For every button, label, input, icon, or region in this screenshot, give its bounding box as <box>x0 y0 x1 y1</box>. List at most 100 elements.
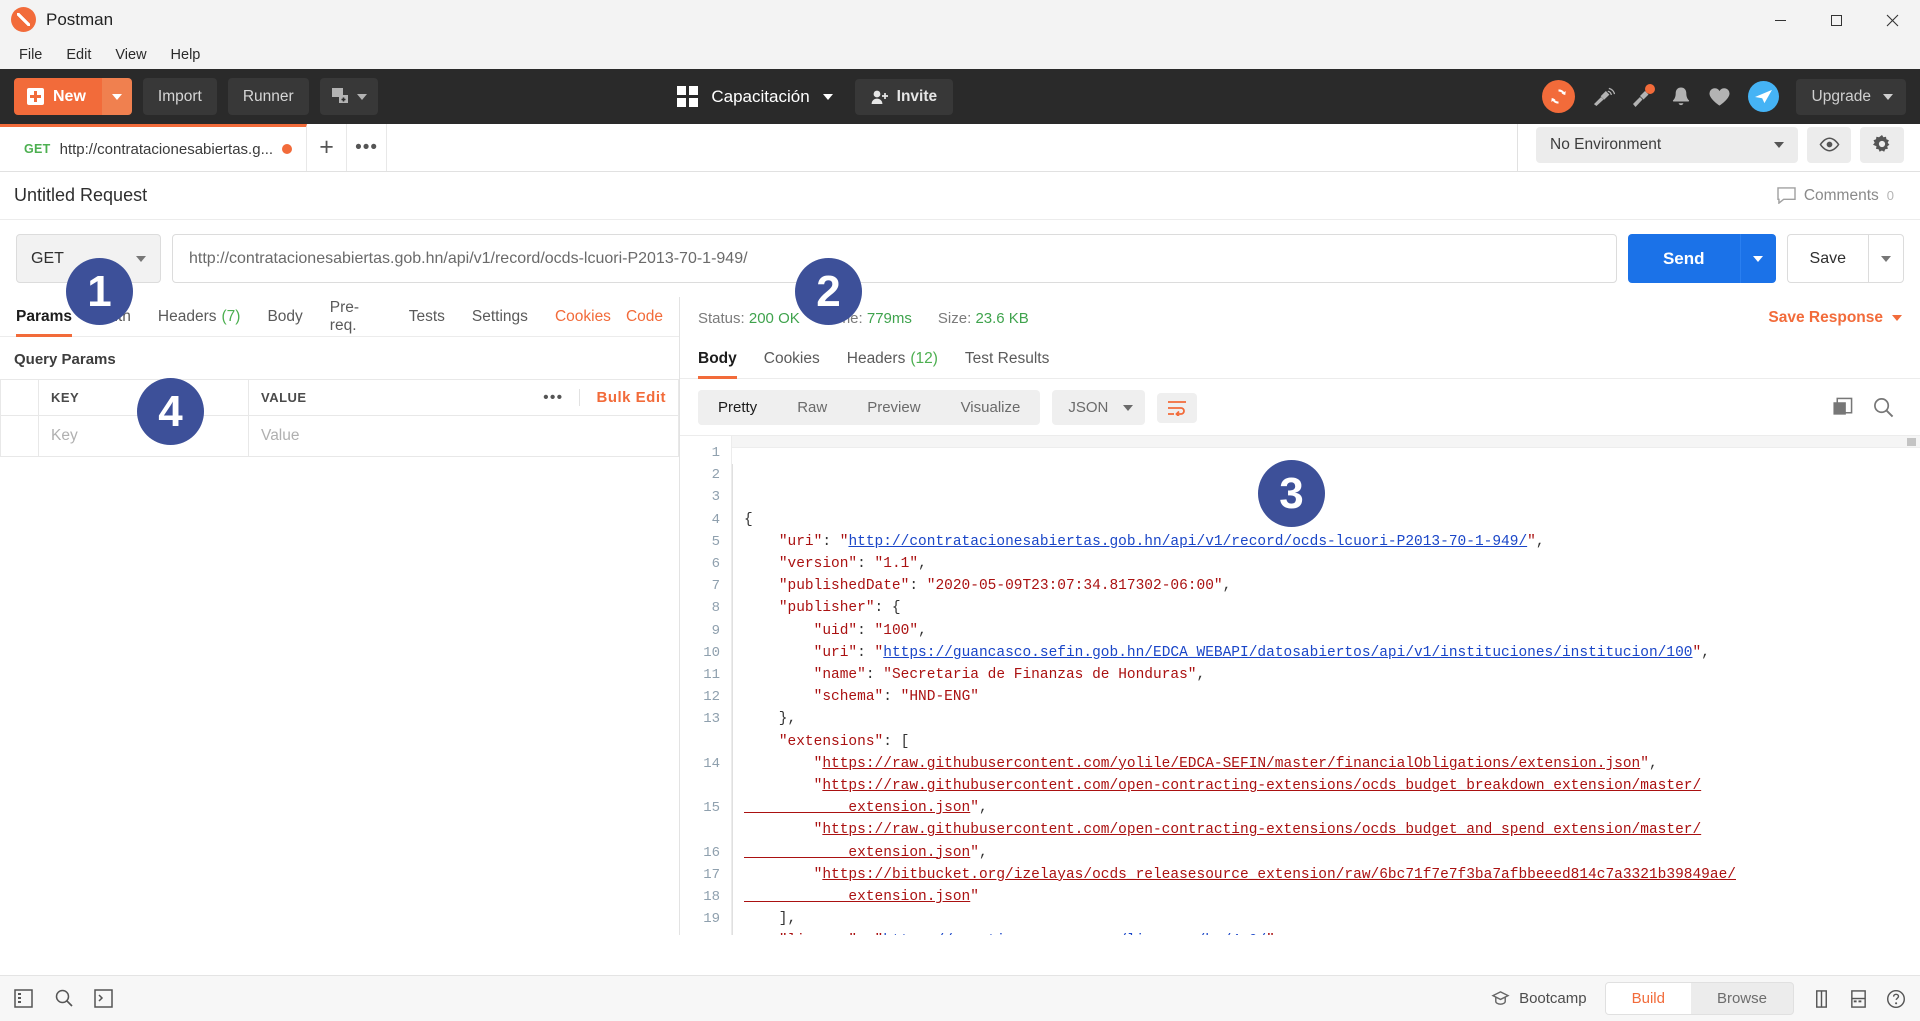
layout-rows-icon[interactable] <box>1849 989 1868 1009</box>
tab-settings[interactable]: Settings <box>472 297 528 337</box>
send-button-group: Send <box>1627 234 1776 283</box>
sidebar-toggle-icon[interactable] <box>14 988 34 1009</box>
send-button[interactable]: Send <box>1627 234 1740 283</box>
menu-help[interactable]: Help <box>160 43 212 67</box>
settings-button[interactable] <box>1860 126 1904 163</box>
tab-params[interactable]: Params <box>16 297 73 337</box>
tab-tests[interactable]: Tests <box>409 297 445 337</box>
row-checkbox-cell[interactable] <box>0 415 39 457</box>
search-icon[interactable] <box>1873 397 1894 418</box>
code-link[interactable]: https://guancasco.sefin.gob.hn/EDCA_WEBA… <box>883 645 1692 661</box>
satellite-icon[interactable] <box>1592 86 1615 107</box>
response-body-code[interactable]: { "uri": "http://contratacionesabiertas.… <box>732 436 1920 935</box>
menu-file[interactable]: File <box>8 43 53 67</box>
environment-quick-look-button[interactable] <box>1807 126 1851 163</box>
request-tab-active[interactable]: GET http://contratacionesabiertas.g... <box>0 124 308 171</box>
annotation-badge-4: 4 <box>137 378 204 445</box>
code-line: { <box>744 509 1920 531</box>
layout-columns-icon[interactable] <box>1812 989 1831 1009</box>
import-button[interactable]: Import <box>142 78 217 115</box>
code-token: , <box>1222 578 1232 595</box>
line-number: 10 <box>703 644 720 661</box>
find-icon[interactable] <box>54 988 74 1009</box>
save-response-button[interactable]: Save Response <box>1768 309 1902 327</box>
window-controls <box>1752 0 1920 39</box>
minimize-button[interactable] <box>1752 0 1808 40</box>
runner-button[interactable]: Runner <box>227 78 309 115</box>
response-tab-body[interactable]: Body <box>698 339 737 379</box>
close-button[interactable] <box>1864 0 1920 40</box>
save-options-button[interactable] <box>1868 234 1904 283</box>
code-link[interactable]: https://creativecommons.org/licenses/by/… <box>883 933 1266 935</box>
notifications-icon[interactable] <box>1632 84 1655 107</box>
value-input[interactable]: Value <box>248 415 679 457</box>
workspace-selector[interactable]: Capacitación <box>677 86 833 107</box>
bootcamp-button[interactable]: Bootcamp <box>1491 990 1587 1007</box>
url-input[interactable]: http://contratacionesabiertas.gob.hn/api… <box>172 234 1617 283</box>
code-token: " <box>874 644 884 661</box>
response-tab-headers[interactable]: Headers (12) <box>847 339 938 379</box>
upgrade-button[interactable]: Upgrade <box>1795 78 1906 115</box>
add-tab-button[interactable]: + <box>307 124 348 171</box>
maximize-button[interactable] <box>1808 0 1864 40</box>
save-button[interactable]: Save <box>1786 234 1868 283</box>
new-button-main[interactable]: New <box>14 78 102 115</box>
invite-button[interactable]: Invite <box>854 78 954 115</box>
sync-icon[interactable] <box>1541 80 1575 113</box>
select-all-checkbox-cell[interactable] <box>0 379 39 416</box>
avatar[interactable] <box>1747 81 1779 112</box>
view-mode-pretty[interactable]: Pretty <box>698 390 778 425</box>
browse-tab[interactable]: Browse <box>1691 983 1793 1014</box>
line-number-continuation <box>680 731 731 753</box>
code-link[interactable]: https://raw.githubusercontent.com/yolile… <box>822 756 1640 772</box>
cookies-link[interactable]: Cookies <box>555 297 611 337</box>
size-label: Size: <box>937 309 972 327</box>
code-link[interactable]: https://bitbucket.org/izelayas/ocds_rele… <box>744 867 1736 905</box>
menu-view[interactable]: View <box>104 43 157 67</box>
new-window-button[interactable] <box>319 78 378 115</box>
copy-icon[interactable] <box>1832 397 1853 418</box>
word-wrap-icon[interactable] <box>1157 392 1198 423</box>
line-number: 15 <box>703 800 720 817</box>
response-tab-cookies[interactable]: Cookies <box>764 339 820 379</box>
line-number: 18 <box>703 889 720 906</box>
code-token: "extensions" <box>778 733 884 750</box>
environment-selector[interactable]: No Environment <box>1536 126 1798 163</box>
new-button[interactable]: New <box>14 78 132 115</box>
environment-selected-label: No Environment <box>1550 135 1662 153</box>
code-token: : { <box>874 600 901 617</box>
code-link[interactable]: http://contratacionesabiertas.gob.hn/api… <box>848 534 1527 550</box>
comments-button[interactable]: Comments 0 <box>1777 187 1906 205</box>
bulk-edit-button[interactable]: Bulk Edit <box>580 389 666 406</box>
code-link[interactable]: https://raw.githubusercontent.com/open-c… <box>744 822 1701 860</box>
code-link[interactable]: Code <box>626 297 663 337</box>
response-tab-test-results[interactable]: Test Results <box>965 339 1049 379</box>
tab-options-button[interactable]: ••• <box>347 124 388 171</box>
build-tab[interactable]: Build <box>1605 983 1691 1014</box>
view-mode-raw[interactable]: Raw <box>777 390 847 425</box>
bell-icon[interactable] <box>1671 86 1691 108</box>
tab-headers[interactable]: Headers (7) <box>158 297 241 337</box>
response-format-selector[interactable]: JSON <box>1052 390 1146 425</box>
new-button-label: New <box>53 87 86 105</box>
tab-body[interactable]: Body <box>267 297 302 337</box>
response-pane: Status: 200 OK Time: 779ms Size: 23.6 KB… <box>680 297 1920 935</box>
line-number: 5 <box>711 533 720 550</box>
line-number: 2 <box>711 467 720 484</box>
code-link[interactable]: https://raw.githubusercontent.com/open-c… <box>744 778 1701 816</box>
menu-edit[interactable]: Edit <box>55 43 102 67</box>
console-icon[interactable] <box>94 988 114 1009</box>
line-number: 7 <box>711 578 720 595</box>
send-options-button[interactable] <box>1739 234 1776 283</box>
heart-icon[interactable] <box>1708 86 1731 107</box>
new-dropdown-button[interactable] <box>101 78 132 115</box>
view-mode-preview[interactable]: Preview <box>847 390 940 425</box>
help-icon[interactable] <box>1886 989 1906 1009</box>
view-mode-visualize[interactable]: Visualize <box>941 390 1041 425</box>
table-options-button[interactable]: ••• <box>527 389 581 406</box>
code-token: "publisher" <box>778 600 875 617</box>
code-token: , <box>1648 755 1658 772</box>
tab-pre-request[interactable]: Pre-req. <box>330 297 382 337</box>
